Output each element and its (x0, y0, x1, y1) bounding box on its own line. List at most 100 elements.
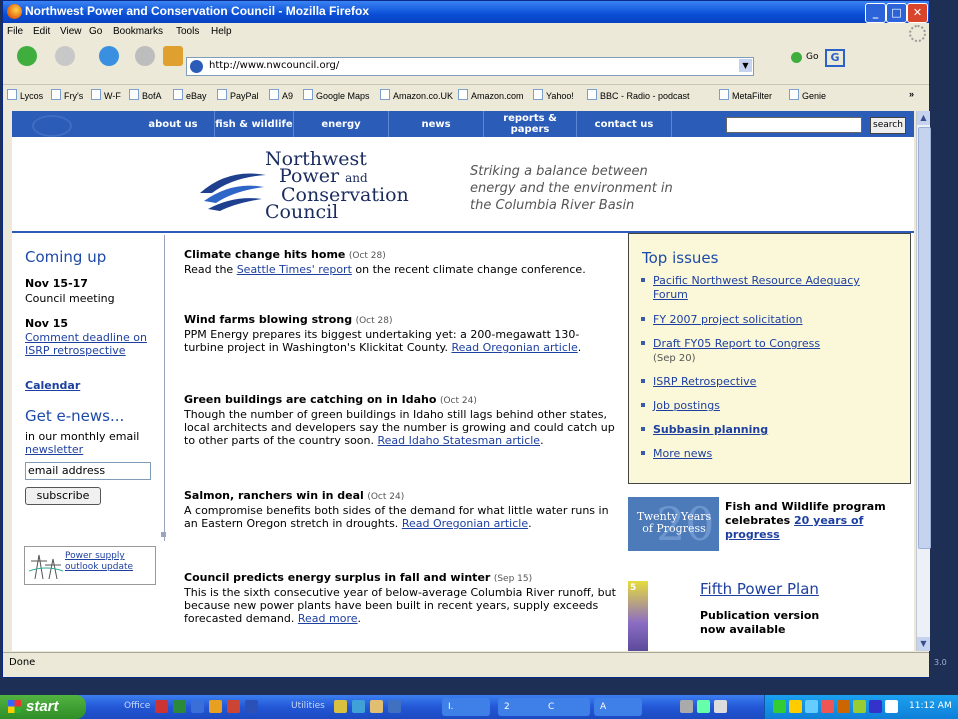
nav-news[interactable]: news (389, 111, 484, 137)
quicklaunch-icon[interactable] (697, 700, 710, 713)
bookmark-wf[interactable]: W-F (91, 89, 121, 101)
bookmark-genie[interactable]: Genie (789, 89, 826, 101)
tray-icon[interactable] (805, 700, 818, 713)
quicklaunch-icon[interactable] (680, 700, 693, 713)
bookmark-metafilter[interactable]: MetaFilter (719, 89, 772, 101)
stop-icon[interactable] (135, 46, 155, 66)
news-link[interactable]: Read Oregonian article (451, 341, 577, 354)
nav-reports-papers[interactable]: reports & papers (484, 111, 577, 137)
event2-link[interactable]: Comment deadline on ISRP retrospective (25, 331, 150, 357)
ie-icon[interactable] (191, 700, 204, 713)
bookmark-bofa[interactable]: BofA (129, 89, 162, 101)
issue-link[interactable]: FY 2007 project solicitation (641, 313, 883, 327)
issue-link[interactable]: ISRP Retrospective (641, 375, 883, 389)
menu-edit[interactable]: Edit (33, 26, 50, 37)
reload-icon[interactable] (99, 46, 119, 66)
nav-fish-wildlife[interactable]: fish & wildlife (215, 111, 294, 137)
forward-icon[interactable] (55, 46, 75, 66)
newsletter-link[interactable]: newsletter (25, 443, 83, 456)
bookmark-yahoo[interactable]: Yahoo! (533, 89, 574, 101)
url-bar[interactable]: http://www.nwcouncil.org/ ▼ (186, 57, 754, 76)
utility-icon[interactable] (388, 700, 401, 713)
start-label: start (26, 698, 59, 715)
power-supply-box[interactable]: Power supply outlook update (24, 546, 156, 585)
go-label[interactable]: Go (806, 52, 818, 62)
tray-icon[interactable] (869, 700, 882, 713)
taskbar-window-button[interactable]: A (594, 698, 642, 716)
issue-link[interactable]: Subbasin planning (641, 423, 883, 437)
twenty-years-image[interactable]: 20 Twenty Years of Progress (628, 497, 719, 551)
bookmark-bbc-podcast[interactable]: BBC - Radio - podcast (587, 89, 690, 101)
bookmark-frys[interactable]: Fry's (51, 89, 83, 101)
taskbar-window-button[interactable]: C (542, 698, 590, 716)
menu-bookmarks[interactable]: Bookmarks (113, 26, 163, 37)
issue-link[interactable]: More news (641, 447, 883, 461)
url-text[interactable]: http://www.nwcouncil.org/ (209, 60, 339, 71)
tray-icon[interactable] (773, 700, 786, 713)
site-search-input[interactable] (726, 117, 862, 133)
taskbar-window-button[interactable]: I. (442, 698, 490, 716)
fifth-power-plan-cover[interactable]: 5 (628, 581, 648, 651)
power-supply-link[interactable]: Power supply outlook update (65, 551, 151, 573)
calendar-link[interactable]: Calendar (25, 379, 80, 392)
fifth-power-plan-link[interactable]: Fifth Power Plan (700, 580, 819, 598)
taskbar-window-group[interactable]: 2 (498, 698, 548, 716)
bookmark-ebay[interactable]: eBay (173, 89, 207, 101)
logo-line-and: and (345, 171, 368, 185)
issue-link[interactable]: Job postings (641, 399, 883, 413)
news-link[interactable]: Seattle Times' report (237, 263, 352, 276)
menu-go[interactable]: Go (89, 26, 102, 37)
news-link[interactable]: Read Oregonian article (402, 517, 528, 530)
start-button[interactable]: start (0, 695, 86, 719)
outlook-icon[interactable] (209, 700, 222, 713)
tray-icon[interactable] (885, 700, 898, 713)
bookmark-amazon-uk[interactable]: Amazon.co.UK (380, 89, 453, 101)
excel-icon[interactable] (173, 700, 186, 713)
menu-view[interactable]: View (60, 26, 82, 37)
url-dropdown-icon[interactable]: ▼ (739, 59, 752, 72)
bookmarks-overflow-chevron[interactable]: » (909, 89, 914, 99)
news-link[interactable]: Read Idaho Statesman article (378, 434, 541, 447)
council-swoosh-logo (200, 173, 266, 211)
tray-icon[interactable] (821, 700, 834, 713)
close-button[interactable]: ✕ (907, 3, 928, 23)
help-icon[interactable] (714, 700, 727, 713)
menu-tools[interactable]: Tools (176, 26, 199, 37)
bookmark-amazon-com[interactable]: Amazon.com (458, 89, 524, 101)
tray-icon[interactable] (853, 700, 866, 713)
word-icon[interactable] (245, 700, 258, 713)
back-icon[interactable] (17, 46, 37, 66)
search-button[interactable]: search (870, 117, 906, 134)
utility-icon[interactable] (334, 700, 347, 713)
scroll-up-icon[interactable]: ▲ (917, 111, 930, 125)
folder-icon[interactable] (370, 700, 383, 713)
issue-link[interactable]: Pacific Northwest Resource Adequacy Foru… (641, 274, 883, 302)
scroll-thumb[interactable] (918, 127, 931, 549)
tray-icon[interactable] (789, 700, 802, 713)
menu-file[interactable]: File (7, 26, 23, 37)
powerpoint-icon[interactable] (227, 700, 240, 713)
news-link[interactable]: Read more (298, 612, 358, 625)
title-bar[interactable]: Northwest Power and Conservation Council… (3, 1, 929, 23)
minimize-button[interactable]: _ (865, 3, 886, 23)
bookmark-lycos[interactable]: Lycos (7, 89, 43, 101)
go-icon[interactable] (791, 52, 802, 63)
google-search-icon[interactable]: G (825, 49, 845, 67)
menu-help[interactable]: Help (211, 26, 232, 37)
maximize-button[interactable]: □ (886, 3, 907, 23)
nav-about-us[interactable]: about us (132, 111, 215, 137)
bookmark-a9[interactable]: A9 (269, 89, 293, 101)
subscribe-button[interactable]: subscribe (25, 487, 101, 505)
bookmark-google-maps[interactable]: Google Maps (303, 89, 370, 101)
home-icon[interactable] (163, 46, 183, 66)
issue-link[interactable]: Draft FY05 Report to Congress (653, 337, 820, 350)
tray-icon[interactable] (837, 700, 850, 713)
nav-contact-us[interactable]: contact us (577, 111, 672, 137)
office-app-icon[interactable] (155, 700, 168, 713)
vertical-scrollbar[interactable]: ▲ ▼ (916, 111, 931, 651)
bookmark-paypal[interactable]: PayPal (217, 89, 259, 101)
scroll-down-icon[interactable]: ▼ (917, 637, 930, 651)
nav-energy[interactable]: energy (294, 111, 389, 137)
utility-icon[interactable] (352, 700, 365, 713)
email-address-input[interactable]: email address (25, 462, 151, 480)
